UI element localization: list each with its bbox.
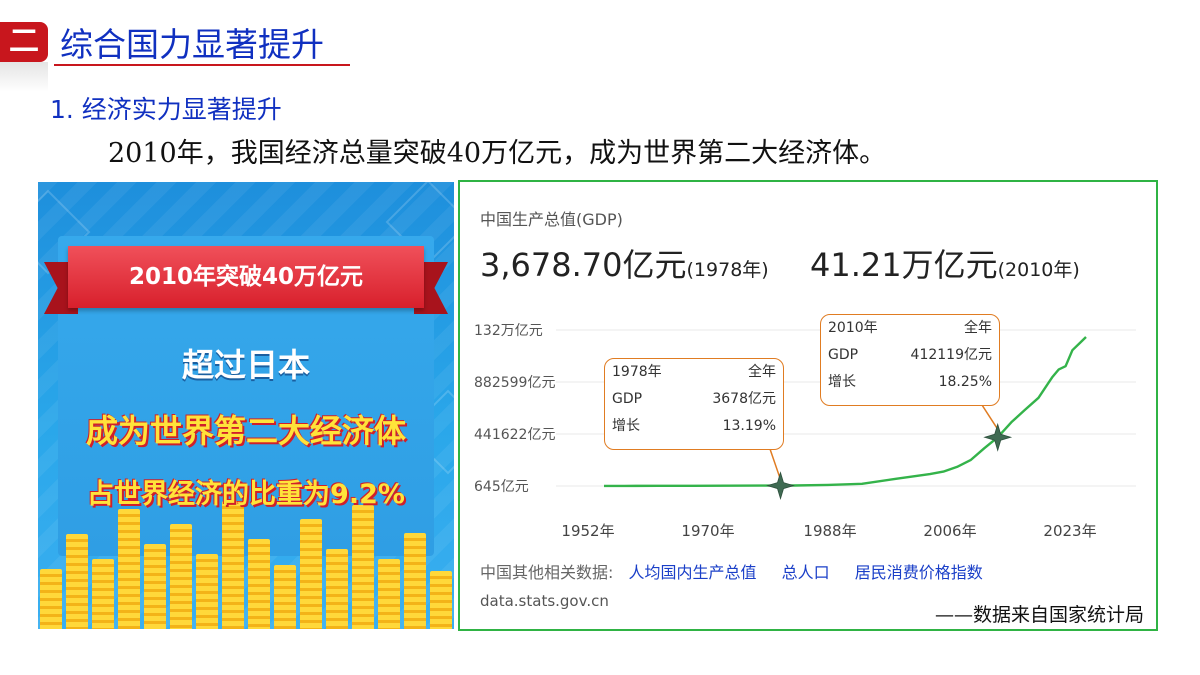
poster-ribbon: 2010年突破40万亿元 [68,246,424,308]
title-underline [54,64,350,66]
subsection-title: 1. 经济实力显著提升 [50,95,282,124]
tip-2010-growth-label: 增长 [828,374,856,390]
coin-stack [196,554,218,629]
tooltip-1978: 1978年 全年 GDP 3678亿元 增长 13.19% [604,358,784,450]
coin-stack [248,539,270,629]
x-tick-label: 2006年 [923,522,976,540]
coin-stack [66,534,88,629]
y-tick-label: 645亿元 [474,479,529,495]
badge-shadow [0,62,48,92]
highlight-point-marker [766,471,795,500]
x-tick-label: 1970年 [681,522,734,540]
tip-2010-gdp-label: GDP [828,347,859,363]
data-source: data.stats.gov.cn [480,592,609,610]
coin-stack [300,519,322,629]
x-tick-label: 1952年 [561,522,614,540]
gdp-card: 中国生产总值(GDP) 3,678.70亿元(1978年) 41.21万亿元(2… [458,180,1158,631]
y-tick-label: 441622亿元 [474,427,555,443]
link-cpi[interactable]: 居民消费价格指数 [855,563,983,582]
tip-1978-growth-value: 13.19% [722,418,776,434]
related-data-links: 中国其他相关数据: 人均国内生产总值 总人口 居民消费价格指数 [480,559,1003,583]
poster-image: 2010年突破40万亿元 超过日本 成为世界第二大经济体 占世界经济的比重为9.… [38,182,454,629]
coin-stack [40,569,62,629]
x-tick-label: 2023年 [1043,522,1096,540]
tip-2010-gdp-value: 412119亿元 [910,347,992,363]
x-tick-label: 1988年 [803,522,856,540]
poster-line-exceed-japan: 超过日本 [181,346,310,384]
tip-1978-period: 全年 [748,364,776,380]
section-number-badge: 二 [0,22,48,62]
tip-2010-growth-value: 18.25% [938,374,992,390]
coin-stack [118,509,140,629]
tooltip-2010: 2010年 全年 GDP 412119亿元 增长 18.25% [820,314,1000,406]
coin-stacks [38,499,454,629]
coin-stack [378,559,400,629]
tooltip-pointer [965,404,999,430]
coin-stack [274,565,296,629]
y-tick-label: 882599亿元 [474,375,555,391]
tooltip-pointer [750,448,782,480]
related-data-label: 中国其他相关数据: [480,563,614,582]
poster-line-second-largest: 成为世界第二大经济体 [85,412,406,450]
coin-stack [222,501,244,629]
lead-text: 2010年，我国经济总量突破40万亿元，成为世界第二大经济体。 [108,138,887,169]
y-tick-label: 132万亿元 [474,323,543,339]
data-credit: ——数据来自国家统计局 [934,604,1144,626]
link-per-capita-gdp[interactable]: 人均国内生产总值 [629,563,757,582]
coin-stack [92,559,114,629]
section-title: 综合国力显著提升 [60,25,324,64]
tip-1978-gdp-value: 3678亿元 [712,391,776,407]
coin-stack [352,505,374,629]
link-total-population[interactable]: 总人口 [782,563,830,582]
coin-stack [404,533,426,629]
coin-stack [326,549,348,629]
coin-stack [430,571,452,629]
tip-1978-year: 1978年 [612,364,662,380]
tip-1978-growth-label: 增长 [612,418,640,434]
tip-1978-gdp-label: GDP [612,391,643,407]
tip-2010-year: 2010年 [828,320,878,336]
tip-2010-period: 全年 [964,320,992,336]
poster-line-world-share: 占世界经济的比重为9.2% [87,479,405,510]
coin-stack [170,524,192,629]
coin-stack [144,544,166,629]
